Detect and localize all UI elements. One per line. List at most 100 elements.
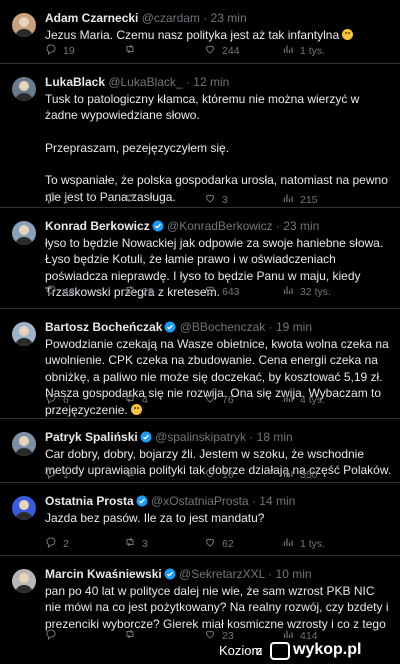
reply-button[interactable]: 19: [45, 44, 75, 58]
tweet-header: Patryk Spaliński @spalinskipatryk · 18 m…: [45, 430, 392, 445]
author-handle[interactable]: @BBochenczak: [180, 320, 266, 334]
reply-icon: [45, 536, 63, 552]
avatar[interactable]: [12, 322, 36, 346]
reply-button[interactable]: 2: [45, 537, 69, 551]
tweet-time[interactable]: 12 min: [193, 75, 229, 89]
reply-icon: [45, 284, 63, 300]
separator-dot: ·: [268, 320, 273, 334]
author-handle[interactable]: @czardam: [142, 11, 200, 25]
retweet-button[interactable]: 4: [124, 393, 148, 407]
reply-count: 46: [63, 286, 75, 298]
reply-count: 1: [63, 194, 69, 206]
tweet-time[interactable]: 14 min: [259, 494, 295, 508]
tweet-text: Jazda bez pasów. Ile za to jest mandatu?: [45, 511, 265, 525]
like-count: 76: [222, 394, 234, 406]
like-count: 643: [222, 286, 240, 298]
tweet-actions: 46 28 643 32 tys.: [45, 285, 365, 299]
verified-badge-icon: [164, 321, 176, 333]
tweet-time[interactable]: 10 min: [276, 567, 312, 581]
author-name[interactable]: Adam Czarnecki: [45, 11, 138, 25]
reply-count: 6: [63, 394, 69, 406]
like-count: 62: [222, 538, 234, 550]
tweet[interactable]: LukaBlack @LukaBlack_ · 12 min Tusk to p…: [0, 64, 400, 208]
author-handle[interactable]: @spalinskipatryk: [155, 430, 246, 444]
like-button[interactable]: 3: [204, 193, 228, 207]
separator-dot: ·: [185, 75, 190, 89]
tweet[interactable]: Patryk Spaliński @spalinskipatryk · 18 m…: [0, 419, 400, 483]
views-button[interactable]: 215: [282, 193, 318, 207]
author-name[interactable]: Bartosz Bocheńczak: [45, 320, 162, 334]
author-handle[interactable]: @LukaBlack_: [108, 75, 182, 89]
views-count: 1 tys.: [300, 538, 326, 550]
retweet-count: 3: [142, 538, 148, 550]
author-name[interactable]: Konrad Berkowicz: [45, 219, 150, 233]
author-handle[interactable]: @SekretarzXXL: [179, 567, 265, 581]
tweet-actions: 1 16 350: [45, 468, 365, 482]
views-icon: [282, 392, 300, 408]
avatar[interactable]: [12, 77, 36, 101]
retweet-icon: [124, 536, 142, 552]
author-name[interactable]: LukaBlack: [45, 75, 105, 89]
like-button[interactable]: 643: [204, 285, 240, 299]
reply-button[interactable]: 6: [45, 393, 69, 407]
author-handle[interactable]: @KonradBerkowicz: [167, 219, 273, 233]
tweet-time[interactable]: 23 min: [211, 11, 247, 25]
verified-badge-icon: [136, 495, 148, 507]
tweet-text: Tusk to patologiczny kłamca, któremu nie…: [45, 92, 360, 123]
retweet-button[interactable]: 28: [124, 285, 154, 299]
like-button[interactable]: 244: [204, 44, 240, 58]
views-button[interactable]: 1 tys.: [282, 537, 325, 551]
tweet[interactable]: Marcin Kwaśniewski @SekretarzXXL · 10 mi…: [0, 556, 400, 646]
views-icon: [282, 192, 300, 208]
author-name[interactable]: Ostatnia Prosta: [45, 494, 134, 508]
heart-icon: [204, 192, 222, 208]
verified-badge-icon: [164, 568, 176, 580]
heart-icon: [204, 284, 222, 300]
like-button[interactable]: 76: [204, 393, 234, 407]
retweet-button[interactable]: [124, 44, 142, 58]
retweet-button[interactable]: [124, 193, 142, 207]
views-button[interactable]: 4 tys.: [282, 393, 325, 407]
reply-button[interactable]: 46: [45, 285, 75, 299]
avatar[interactable]: [12, 496, 36, 520]
avatar[interactable]: [12, 569, 36, 593]
retweet-button[interactable]: 3: [124, 537, 148, 551]
tweet-header: LukaBlack @LukaBlack_ · 12 min: [45, 75, 392, 90]
tweet-time[interactable]: 18 min: [257, 430, 293, 444]
views-icon: [282, 43, 300, 59]
retweet-count: 28: [142, 286, 154, 298]
verified-badge-icon: [140, 431, 152, 443]
reply-button[interactable]: 1: [45, 193, 69, 207]
author-handle[interactable]: @xOstatniaProsta: [151, 494, 249, 508]
avatar[interactable]: [12, 221, 36, 245]
tweet-actions: 6 4 76 4 tys.: [45, 393, 365, 407]
watermark-z: z: [256, 643, 263, 658]
tweet-time[interactable]: 19 min: [276, 320, 312, 334]
heart-icon: [204, 392, 222, 408]
avatar[interactable]: [12, 432, 36, 456]
tweet-time[interactable]: 23 min: [283, 219, 319, 233]
like-count: 244: [222, 45, 240, 57]
tweet-body: Jazda bez pasów. Ile za to jest mandatu?: [45, 510, 393, 526]
tweet[interactable]: Bartosz Bocheńczak @BBochenczak · 19 min…: [0, 309, 400, 419]
avatar[interactable]: [12, 13, 36, 37]
views-button[interactable]: 1 tys.: [282, 44, 325, 58]
tweet[interactable]: Konrad Berkowicz @KonradBerkowicz · 23 m…: [0, 208, 400, 309]
like-button[interactable]: 62: [204, 537, 234, 551]
author-name[interactable]: Patryk Spaliński: [45, 430, 138, 444]
heart-icon: [204, 467, 222, 483]
tweet[interactable]: Adam Czarnecki @czardam · 23 min Jezus M…: [0, 0, 400, 64]
like-button[interactable]: 16: [204, 468, 234, 482]
views-count: 215: [300, 194, 318, 206]
like-count: 16: [222, 469, 234, 481]
views-button[interactable]: 32 tys.: [282, 285, 331, 299]
retweet-icon: [124, 43, 142, 59]
retweet-button[interactable]: [124, 468, 142, 482]
tweet-actions: 2 3 62 1 tys.: [45, 537, 365, 551]
author-name[interactable]: Marcin Kwaśniewski: [45, 567, 162, 581]
reply-button[interactable]: 1: [45, 468, 69, 482]
tweet[interactable]: Ostatnia Prosta @xOstatniaProsta · 14 mi…: [0, 483, 400, 556]
views-button[interactable]: 350: [282, 468, 318, 482]
tweet-header: Adam Czarnecki @czardam · 23 min: [45, 11, 392, 26]
separator-dot: ·: [249, 430, 254, 444]
